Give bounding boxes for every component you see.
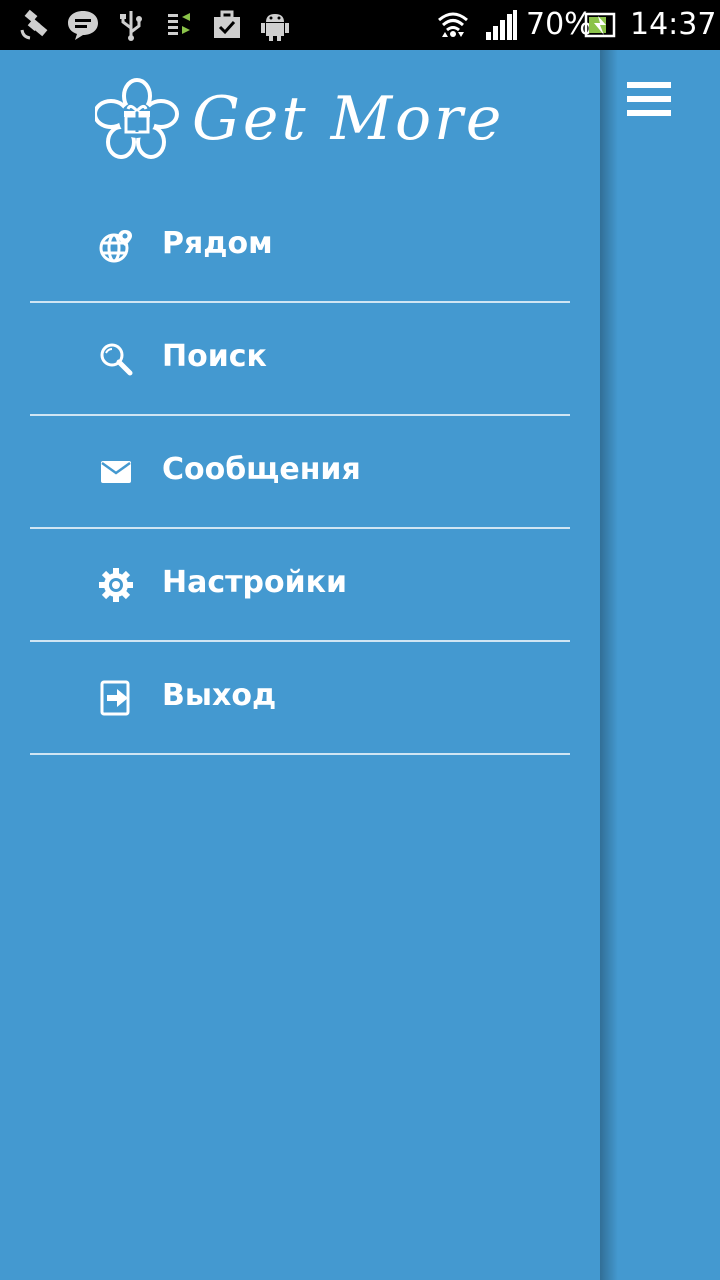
flower-logo-icon <box>95 78 179 159</box>
menu-item-logout[interactable]: Выход <box>30 642 570 755</box>
status-bar: 70% 14:37 <box>0 0 720 50</box>
navigation-drawer: Get More Рядом Поиск Сообщения Настройки… <box>0 50 600 1280</box>
menu-item-settings[interactable]: Настройки <box>30 529 570 642</box>
usb-icon <box>120 11 142 41</box>
menu-item-label: Настройки <box>162 565 348 600</box>
exit-icon <box>100 680 130 716</box>
menu-item-search[interactable]: Поиск <box>30 303 570 416</box>
drawer-menu: Рядом Поиск Сообщения Настройки Выход <box>30 190 570 755</box>
menu-item-nearby[interactable]: Рядом <box>30 190 570 303</box>
satellite-icon <box>20 9 48 40</box>
gear-icon <box>99 568 133 602</box>
data-sync-icon <box>168 13 190 35</box>
briefcase-check-icon <box>214 10 240 38</box>
android-icon <box>261 14 289 41</box>
menu-item-label: Сообщения <box>162 452 361 487</box>
clock: 14:37 <box>630 7 717 42</box>
menu-item-label: Поиск <box>162 339 267 374</box>
wifi-icon <box>438 12 468 37</box>
mail-icon <box>101 461 131 483</box>
search-icon <box>100 343 133 376</box>
battery-percent: 70% <box>526 7 593 42</box>
battery-charging-icon <box>584 12 616 38</box>
menu-item-label: Выход <box>162 678 277 713</box>
chat-icon <box>68 11 98 40</box>
menu-item-messages[interactable]: Сообщения <box>30 416 570 529</box>
logo-text: Get More <box>192 84 505 154</box>
main-content <box>600 50 720 1280</box>
signal-icon <box>486 10 517 40</box>
hamburger-menu-icon[interactable] <box>625 80 673 118</box>
globe-pin-icon <box>99 230 132 263</box>
menu-item-label: Рядом <box>162 226 273 261</box>
